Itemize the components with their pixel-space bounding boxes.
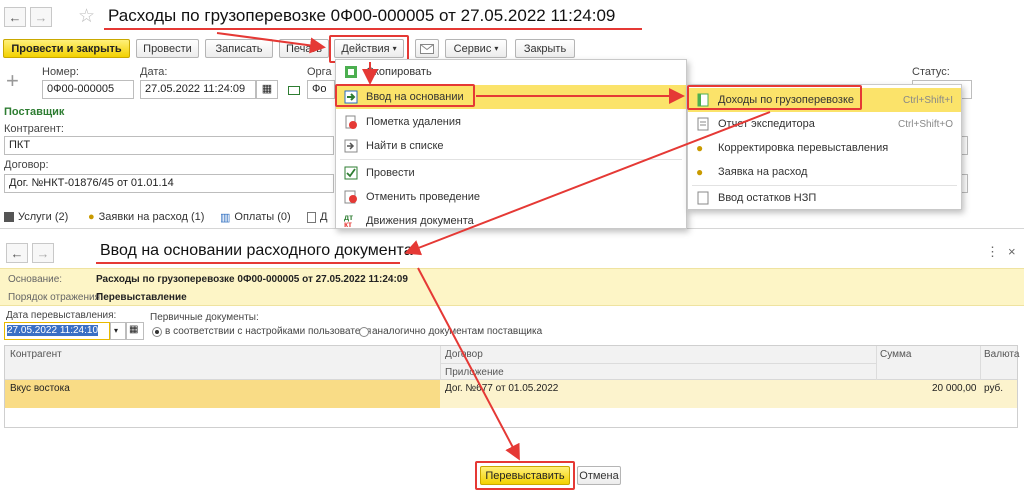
annotation-arrows (216, 32, 771, 461)
arrow-to-dialog (404, 111, 771, 256)
arrow-to-rebill-button (417, 267, 520, 461)
arrow-to-actions (216, 32, 326, 54)
